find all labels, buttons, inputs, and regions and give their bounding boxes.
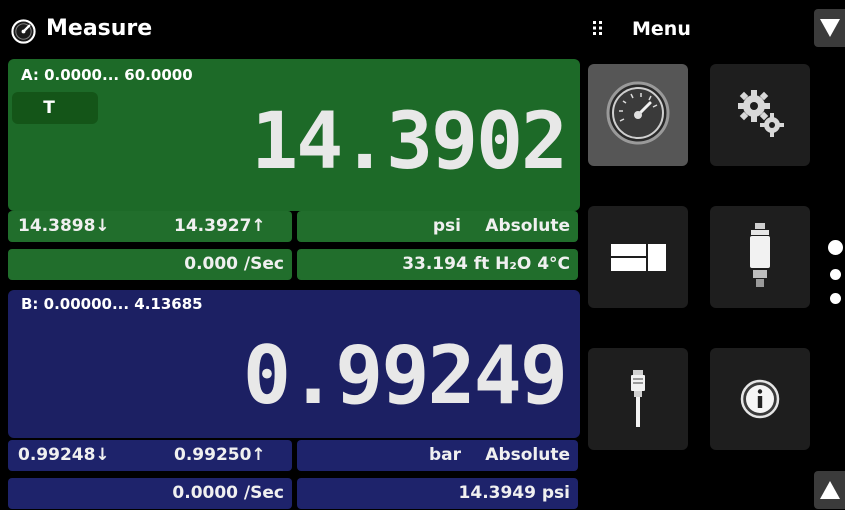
tare-label: T — [43, 98, 55, 118]
channel-b-unit-mode[interactable]: bar Absolute — [297, 440, 578, 471]
cable-connector-icon — [631, 370, 645, 427]
channel-a-unit-mode[interactable]: psi Absolute — [297, 211, 578, 242]
channel-a-alt-unit[interactable]: 33.194 ft H₂O 4°C — [297, 249, 578, 280]
channel-b-panel[interactable]: B: 0.00000... 4.13685 0.99249 — [8, 290, 580, 438]
channel-b-rate-value: 0.0000 /Sec — [172, 483, 284, 503]
page-dot-active — [828, 240, 843, 255]
tare-button[interactable]: T — [12, 92, 98, 124]
triangle-up-icon — [820, 481, 840, 499]
channel-b-unit: bar — [428, 445, 461, 465]
info-icon — [740, 379, 780, 419]
page-dot — [830, 293, 841, 304]
menu-tile-measure[interactable] — [588, 64, 688, 166]
channel-a-panel[interactable]: A: 0.0000... 60.0000 T 14.3902 — [8, 59, 580, 211]
channel-a-max: 14.3927↑ — [174, 216, 266, 236]
menu-tile-sensor[interactable] — [710, 206, 810, 308]
channel-a-unit: psi — [432, 216, 461, 236]
channel-b-max: 0.99250↑ — [174, 445, 266, 465]
menu-tile-settings[interactable] — [710, 64, 810, 166]
gears-icon — [738, 90, 784, 137]
channel-a-mode: Absolute — [485, 216, 570, 236]
menu-tile-info[interactable] — [710, 348, 810, 450]
channel-a-range: A: 0.0000... 60.0000 — [21, 66, 193, 84]
menu-tile-display[interactable] — [588, 206, 688, 308]
channel-a-rate[interactable]: 0.000 /Sec — [8, 249, 292, 280]
page-title: Measure — [46, 16, 153, 41]
channel-a-rate-value: 0.000 /Sec — [184, 254, 284, 274]
channel-a-reading: 14.3902 — [251, 97, 568, 187]
channel-b-minmax[interactable]: 0.99248↓ 0.99250↑ — [8, 440, 292, 471]
channel-b-alt-unit[interactable]: 14.3949 psi — [297, 478, 578, 509]
channel-a-alt-value: 33.194 ft H₂O 4°C — [402, 254, 570, 274]
gauge-icon — [11, 19, 36, 44]
triangle-down-icon — [820, 19, 840, 37]
page-dot — [830, 269, 841, 280]
page-indicator — [828, 238, 845, 308]
channel-b-rate[interactable]: 0.0000 /Sec — [8, 478, 292, 509]
scroll-up-button[interactable] — [814, 471, 845, 509]
channel-a-min: 14.3898↓ — [18, 216, 110, 236]
grid-dots-icon — [593, 21, 602, 35]
channel-b-range: B: 0.00000... 4.13685 — [21, 295, 203, 313]
menu-tile-remote[interactable] — [588, 348, 688, 450]
scroll-down-button[interactable] — [814, 9, 845, 47]
channel-b-reading: 0.99249 — [242, 329, 568, 422]
channel-b-alt-value: 14.3949 psi — [458, 483, 570, 503]
channel-a-minmax[interactable]: 14.3898↓ 14.3927↑ — [8, 211, 292, 242]
channel-b-min: 0.99248↓ — [18, 445, 110, 465]
channel-b-mode: Absolute — [485, 445, 570, 465]
menu-label: Menu — [632, 18, 691, 40]
gauge-icon — [606, 81, 670, 145]
display-layout-icon — [611, 244, 666, 271]
transducer-icon — [750, 223, 770, 287]
title-bar: Measure — [0, 0, 580, 58]
